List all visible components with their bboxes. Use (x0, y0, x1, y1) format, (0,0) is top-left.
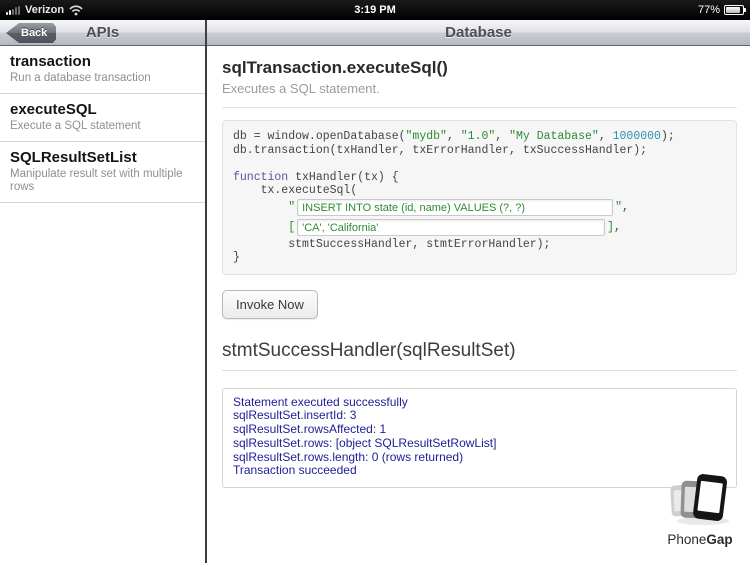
output-line: sqlResultSet.rows: [object SQLResultSetR… (233, 435, 497, 450)
code-line-sql-input: "", (233, 198, 726, 218)
code-line: function txHandler(tx) { (233, 170, 399, 184)
phonegap-phones-icon (670, 474, 729, 525)
app-screen: Verizon 3:19 PM 77% Back APIs Database t… (0, 0, 750, 563)
sql-statement-input[interactable] (297, 199, 614, 216)
sidebar-item-title: SQLResultSetList (10, 149, 137, 166)
sidebar-title: APIs (85, 24, 120, 41)
output-line: sqlResultSet.insertId: 3 (233, 408, 357, 423)
code-line: db = window.openDatabase("mydb", "1.0", … (233, 130, 675, 143)
page-title: Database (445, 24, 512, 41)
api-method-title: sqlTransaction.executeSql() (222, 58, 448, 77)
code-line-params-input: [], (233, 218, 726, 238)
api-list-sidebar: transaction Run a database transaction e… (0, 46, 205, 563)
sql-params-input[interactable] (297, 219, 606, 236)
sidebar-item-title: executeSQL (10, 101, 97, 118)
sidebar-item-transaction[interactable]: transaction Run a database transaction (0, 46, 205, 94)
sidebar-item-executesql[interactable]: executeSQL Execute a SQL statement (0, 94, 205, 142)
phonegap-logo: PhoneGap (658, 470, 742, 547)
back-button[interactable]: Back (6, 23, 57, 43)
code-line: } (233, 251, 240, 264)
output-line: Statement executed successfully (233, 394, 408, 409)
output-line: sqlResultSet.rowsAffected: 1 (233, 422, 387, 437)
sidebar-item-subtitle: Manipulate result set with multiple rows (10, 168, 183, 193)
main-nav-bar: Database (207, 20, 750, 46)
output-line: sqlResultSet.rows.length: 0 (rows return… (233, 449, 464, 464)
api-method-description: Executes a SQL statement. (222, 81, 380, 96)
battery-percent-label: 77% (697, 4, 720, 16)
main-panel: sqlTransaction.executeSql() Executes a S… (207, 46, 750, 563)
phonegap-wordmark: PhoneGap (667, 532, 733, 547)
sidebar-item-subtitle: Execute a SQL statement (10, 120, 141, 132)
navigation-row: Back APIs Database (0, 20, 750, 46)
code-line: tx.executeSql( (233, 184, 358, 197)
sidebar-item-title: transaction (10, 53, 91, 70)
status-bar: Verizon 3:19 PM 77% (0, 0, 750, 20)
code-line: stmtSuccessHandler, stmtErrorHandler); (233, 237, 551, 251)
sidebar-nav-bar: Back APIs (0, 20, 205, 46)
sidebar-item-sqlresultsetlist[interactable]: SQLResultSetList Manipulate result set w… (0, 142, 205, 203)
section-divider (222, 369, 737, 371)
invoke-now-button[interactable]: Invoke Now (222, 289, 318, 319)
sidebar-item-subtitle: Run a database transaction (10, 72, 151, 84)
handler-title: stmtSuccessHandler(sqlResultSet) (222, 339, 516, 361)
code-line: db.transaction(txHandler, txErrorHandler… (233, 143, 648, 157)
clock-label: 3:19 PM (354, 4, 396, 16)
section-divider (222, 107, 737, 108)
code-sample: db = window.openDatabase("mydb", "1.0", … (222, 120, 737, 275)
output-line: Transaction succeeded (233, 463, 357, 478)
battery-icon (724, 5, 746, 15)
